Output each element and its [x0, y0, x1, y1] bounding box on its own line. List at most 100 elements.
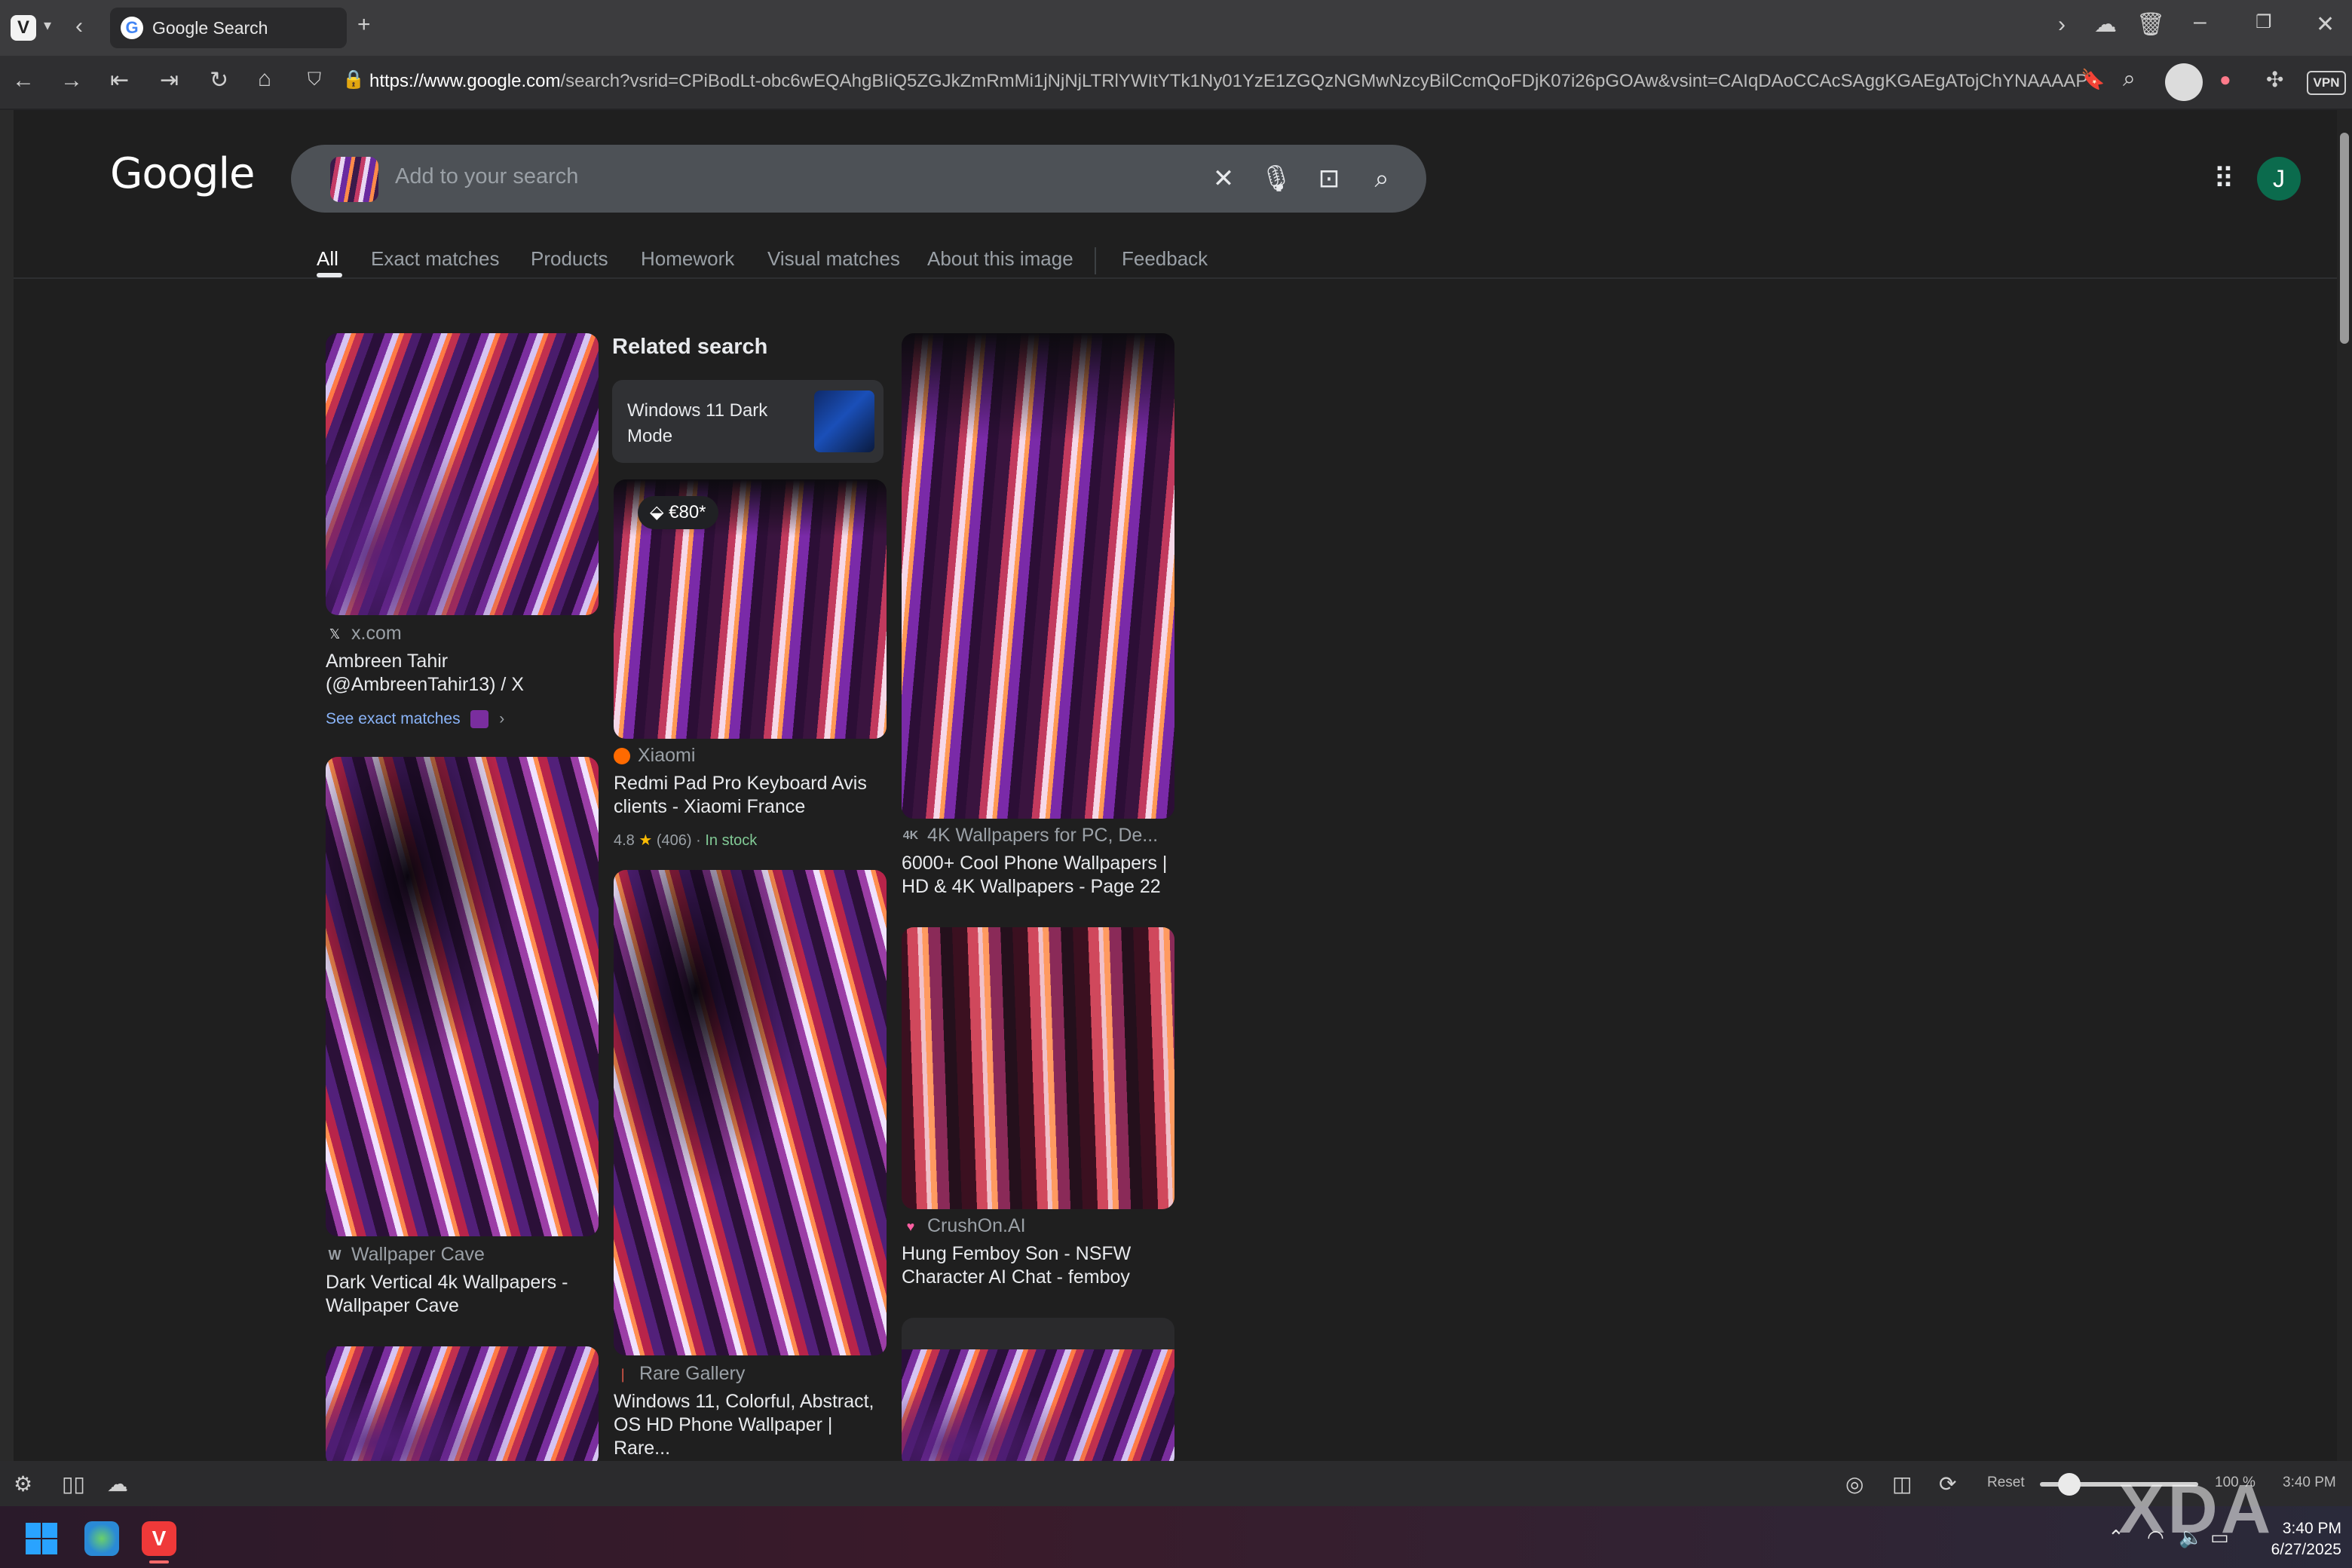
- statusbar-clock: 3:40 PM: [2283, 1475, 2336, 1490]
- lens-icon[interactable]: ⊡: [1310, 160, 1348, 198]
- back-icon[interactable]: ←: [12, 69, 35, 92]
- result-title[interactable]: Windows 11, Colorful, Abstract, OS HD Ph…: [614, 1390, 885, 1460]
- vivaldi-menu-icon[interactable]: V: [11, 15, 36, 41]
- active-tab-indicator: [317, 273, 342, 277]
- bookmark-icon[interactable]: 🔖: [2081, 69, 2105, 89]
- capture-icon[interactable]: ◎: [1845, 1472, 1864, 1496]
- result-image[interactable]: [902, 927, 1174, 1209]
- microphone-icon[interactable]: 🎙: [1257, 160, 1295, 198]
- price-tag-icon: ⬙: [650, 502, 664, 522]
- lock-icon[interactable]: 🔒: [342, 71, 365, 89]
- tab-back-icon[interactable]: ‹: [75, 15, 83, 38]
- search-box[interactable]: Add to your search ✕ 🎙 ⊡ ⌕: [291, 145, 1426, 213]
- result-title[interactable]: Dark Vertical 4k Wallpapers - Wallpaper …: [326, 1271, 582, 1318]
- tab-title: Google Search: [152, 17, 268, 38]
- reload-icon[interactable]: ↻: [210, 69, 228, 92]
- 4kwallpapers-icon: 4K: [902, 828, 919, 842]
- result-title[interactable]: Hung Femboy Son - NSFW Character AI Chat…: [902, 1242, 1158, 1289]
- tabs-divider: [1095, 247, 1096, 274]
- see-exact-matches-link[interactable]: See exact matches ›: [326, 710, 505, 729]
- vpn-button[interactable]: VPN: [2307, 71, 2346, 95]
- tab-forward-icon[interactable]: ›: [2058, 14, 2066, 36]
- result-source[interactable]: 4K 4K Wallpapers for PC, De...: [902, 825, 1158, 847]
- wallpapercave-icon: W: [328, 1247, 341, 1263]
- extension-brain-icon[interactable]: ●: [2219, 69, 2231, 89]
- tiling-icon[interactable]: ◫: [1892, 1472, 1912, 1496]
- xda-watermark-logo: XDA: [2118, 1471, 2274, 1548]
- page-actions-icon[interactable]: ⟳: [1939, 1472, 1956, 1496]
- raregallery-icon: ❘: [617, 1366, 629, 1382]
- page-search-icon[interactable]: ⌕: [2123, 68, 2136, 90]
- account-avatar[interactable]: J: [2257, 157, 2301, 201]
- tab-feedback[interactable]: Feedback: [1122, 247, 1208, 271]
- search-input[interactable]: Add to your search: [395, 164, 578, 189]
- restore-icon[interactable]: ❐: [2256, 14, 2272, 32]
- result-title[interactable]: 6000+ Cool Phone Wallpapers | HD & 4K Wa…: [902, 852, 1173, 899]
- menu-dropdown-icon[interactable]: ▾: [44, 18, 51, 33]
- rewind-icon[interactable]: ⇤: [110, 69, 129, 92]
- home-icon[interactable]: ⌂: [258, 68, 271, 90]
- forward-icon[interactable]: →: [60, 69, 83, 92]
- tab-visual-matches[interactable]: Visual matches: [767, 247, 900, 271]
- crushon-icon: ♥: [906, 1218, 915, 1234]
- sync-cloud-icon[interactable]: ☁: [107, 1472, 128, 1496]
- windows-start-icon[interactable]: [26, 1523, 57, 1554]
- source-name: 4K Wallpapers for PC, De...: [927, 825, 1159, 846]
- result-title[interactable]: Ambreen Tahir (@AmbreenTahir13) / X: [326, 650, 567, 697]
- tab-all[interactable]: All: [317, 247, 338, 271]
- result-image-container[interactable]: [902, 1318, 1174, 1461]
- url-path: /search?vsrid=CPiBodLt-obc6wEQAhgBIiQ5ZG…: [560, 71, 2088, 91]
- search-image-thumbnail[interactable]: [330, 157, 378, 202]
- scrollbar-thumb[interactable]: [2340, 133, 2349, 344]
- result-title[interactable]: Redmi Pad Pro Keyboard Avis clients - Xi…: [614, 772, 877, 819]
- tab-products[interactable]: Products: [531, 247, 608, 271]
- minimize-icon[interactable]: –: [2194, 11, 2207, 33]
- cloud-sync-icon[interactable]: ☁: [2094, 14, 2117, 36]
- tab-homework[interactable]: Homework: [641, 247, 734, 271]
- source-name: x.com: [351, 623, 402, 644]
- result-image[interactable]: [326, 333, 599, 615]
- settings-gear-icon[interactable]: ⚙: [14, 1472, 32, 1496]
- vivaldi-taskbar-icon[interactable]: V: [142, 1521, 176, 1556]
- source-name: Wallpaper Cave: [351, 1244, 485, 1265]
- clear-icon[interactable]: ✕: [1205, 160, 1242, 198]
- tab-exact-matches[interactable]: Exact matches: [371, 247, 500, 271]
- result-source[interactable]: ♥ CrushOn.AI: [902, 1215, 1026, 1237]
- x-icon: 𝕏: [329, 626, 341, 642]
- chevron-right-icon: ›: [499, 710, 505, 727]
- result-source[interactable]: Xiaomi: [614, 745, 695, 767]
- profile-avatar[interactable]: [2165, 63, 2203, 101]
- google-logo[interactable]: Google: [110, 149, 255, 198]
- result-image[interactable]: [326, 1346, 599, 1461]
- source-name: CrushOn.AI: [927, 1215, 1026, 1236]
- price-value: €80*: [669, 502, 706, 522]
- url-domain: https://www.google.com: [369, 71, 561, 91]
- result-source[interactable]: W Wallpaper Cave: [326, 1244, 485, 1266]
- extensions-icon[interactable]: ✣: [2266, 69, 2283, 90]
- google-apps-icon[interactable]: ⠿: [2207, 163, 2240, 196]
- related-search-chip[interactable]: Windows 11 Dark Mode: [612, 380, 884, 463]
- result-source[interactable]: ❘ Rare Gallery: [614, 1363, 745, 1385]
- close-window-icon[interactable]: ✕: [2316, 14, 2335, 36]
- active-app-indicator: [149, 1560, 169, 1563]
- window-tiling-icon[interactable]: ▯▯: [62, 1472, 85, 1496]
- search-icon[interactable]: ⌕: [1363, 160, 1401, 198]
- result-source[interactable]: 𝕏 x.com: [326, 623, 402, 645]
- source-name: Xiaomi: [638, 745, 696, 766]
- stock-status: In stock: [705, 832, 758, 849]
- zoom-slider-knob[interactable]: [2058, 1473, 2081, 1496]
- result-image[interactable]: [326, 757, 599, 1236]
- url-field[interactable]: https://www.google.com/search?vsrid=CPiB…: [369, 71, 2088, 92]
- zoom-reset-button[interactable]: Reset: [1987, 1475, 2025, 1491]
- result-image[interactable]: [614, 870, 887, 1355]
- tab-about-this-image[interactable]: About this image: [927, 247, 1073, 271]
- browser-app-icon[interactable]: [84, 1521, 119, 1556]
- trash-icon[interactable]: 🗑: [2136, 14, 2165, 36]
- result-image[interactable]: [902, 333, 1174, 819]
- fast-forward-icon[interactable]: ⇥: [160, 69, 179, 92]
- shield-icon[interactable]: ⛉: [308, 71, 321, 89]
- new-tab-icon[interactable]: +: [357, 14, 371, 36]
- side-panel-toggle[interactable]: [0, 110, 14, 1461]
- tab-google-search[interactable]: G Google Search: [110, 8, 347, 48]
- google-favicon-icon: G: [121, 17, 143, 39]
